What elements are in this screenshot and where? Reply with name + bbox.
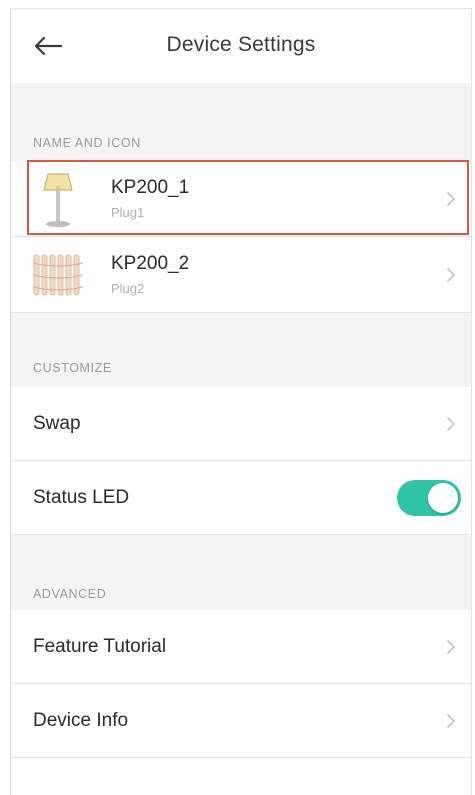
string-lights-icon xyxy=(29,245,87,305)
device-plug-label: Plug2 xyxy=(111,281,145,296)
section-label-name-and-icon: NAME AND ICON xyxy=(11,83,471,161)
toggle-knob xyxy=(428,482,458,513)
device-settings-screen: Device Settings NAME AND ICON KP200_1 Pl… xyxy=(10,8,472,795)
section-label-customize: CUSTOMIZE xyxy=(11,313,471,387)
advanced-list: Feature Tutorial Device Info xyxy=(11,610,471,758)
feature-tutorial-label: Feature Tutorial xyxy=(33,635,167,657)
device-row-kp200-2[interactable]: KP200_2 Plug2 xyxy=(11,237,471,313)
swap-label: Swap xyxy=(33,412,81,434)
page-title: Device Settings xyxy=(166,33,316,56)
swap-row[interactable]: Swap xyxy=(11,387,471,461)
status-led-toggle[interactable] xyxy=(397,479,461,516)
device-name: KP200_1 xyxy=(111,177,190,198)
chevron-right-icon xyxy=(447,267,455,282)
chevron-right-icon xyxy=(447,191,455,206)
chevron-right-icon xyxy=(447,713,455,728)
device-plug-label: Plug1 xyxy=(111,205,145,220)
device-list: KP200_1 Plug1 KP200_2 Plug2 xyxy=(11,161,471,313)
device-info-row[interactable]: Device Info xyxy=(11,684,471,758)
feature-tutorial-row[interactable]: Feature Tutorial xyxy=(11,610,471,684)
chevron-right-icon xyxy=(447,639,455,654)
device-name: KP200_2 xyxy=(111,253,190,274)
status-led-label: Status LED xyxy=(33,486,130,508)
header: Device Settings xyxy=(11,9,471,83)
customize-list: Swap Status LED xyxy=(11,387,471,535)
device-info-label: Device Info xyxy=(33,709,129,731)
section-label-advanced: ADVANCED xyxy=(11,535,471,610)
device-row-kp200-1[interactable]: KP200_1 Plug1 xyxy=(11,161,471,237)
chevron-right-icon xyxy=(447,416,455,431)
status-led-row: Status LED xyxy=(11,461,471,535)
floor-lamp-icon xyxy=(29,169,87,229)
